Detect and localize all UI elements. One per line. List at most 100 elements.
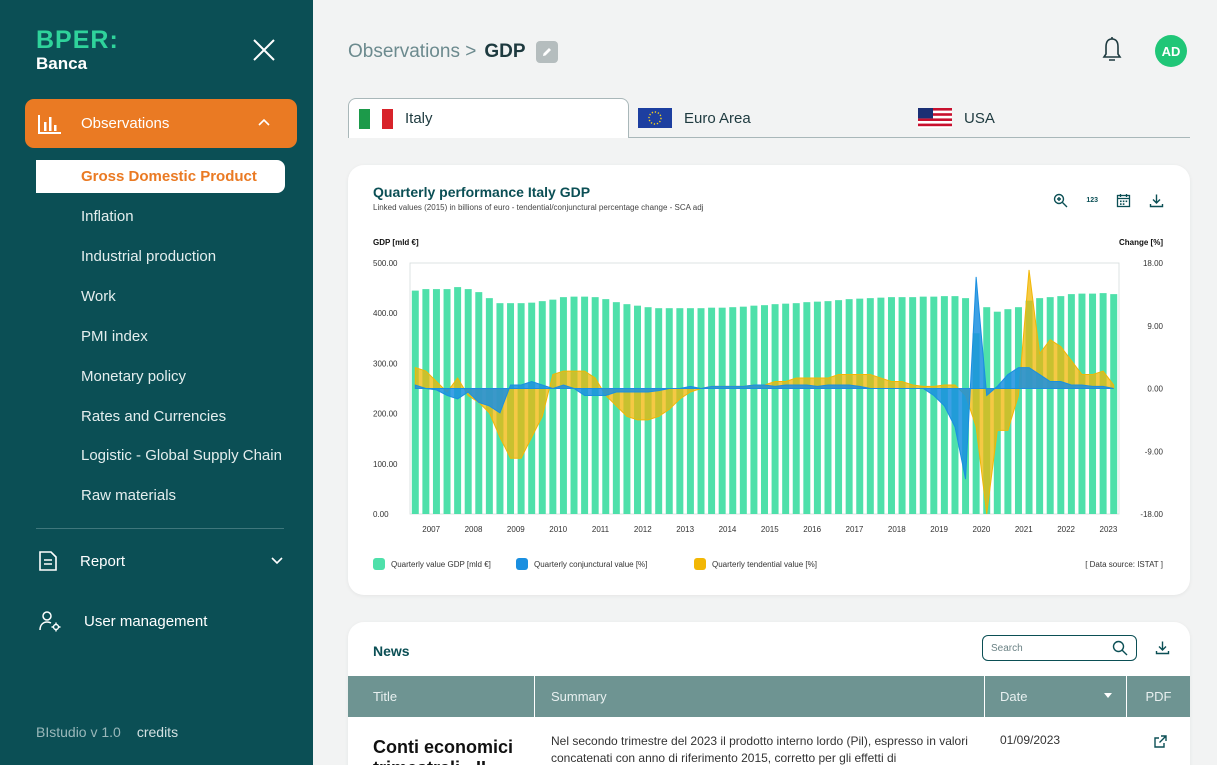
x-tick-label: 2009 bbox=[507, 525, 525, 534]
gdp-bar bbox=[1067, 294, 1075, 514]
sidebar-item-monetary-policy[interactable]: Monetary policy bbox=[81, 368, 186, 385]
gdp-bar bbox=[581, 296, 589, 514]
news-card: News Search Title Summary Date PDF Conti… bbox=[348, 622, 1190, 765]
gdp-bar bbox=[792, 303, 800, 514]
chevron-up-icon[interactable] bbox=[257, 117, 271, 127]
italy-flag-icon bbox=[359, 108, 393, 129]
breadcrumb: Observations > GDP bbox=[348, 41, 558, 63]
credits-link[interactable]: credits bbox=[137, 724, 178, 740]
tab-euro-area[interactable]: Euro Area bbox=[638, 98, 751, 138]
y-tick-label: 0.00 bbox=[373, 510, 389, 519]
usa-flag-icon bbox=[918, 108, 952, 128]
sidebar-item-raw-materials[interactable]: Raw materials bbox=[81, 487, 176, 504]
data-source-label: [ Data source: ISTAT ] bbox=[1085, 560, 1163, 569]
sidebar-item-logistic[interactable]: Logistic - Global Supply Chain bbox=[81, 447, 282, 464]
sort-down-icon[interactable] bbox=[1104, 693, 1112, 699]
document-icon bbox=[39, 551, 57, 571]
gdp-bar bbox=[411, 290, 419, 514]
news-row-date: 01/09/2023 bbox=[1000, 733, 1061, 747]
logo-line1: BPER: bbox=[36, 26, 119, 54]
news-title: News bbox=[373, 643, 410, 659]
y-tick-label: 200.00 bbox=[373, 410, 398, 419]
chevron-down-icon[interactable] bbox=[270, 556, 284, 566]
sidebar-item-pmi-index[interactable]: PMI index bbox=[81, 328, 148, 345]
nav-report[interactable]: Report bbox=[38, 550, 288, 572]
sidebar-item-industrial-production[interactable]: Industrial production bbox=[81, 248, 216, 265]
col-summary[interactable]: Summary bbox=[535, 676, 985, 717]
x-tick-label: 2011 bbox=[592, 525, 610, 534]
nav-user-management[interactable]: User management bbox=[38, 610, 288, 632]
breadcrumb-root[interactable]: Observations > bbox=[348, 41, 476, 63]
news-table-header: Title Summary Date PDF bbox=[348, 676, 1190, 717]
y-tick-label: 300.00 bbox=[373, 359, 398, 368]
gdp-bar bbox=[570, 296, 578, 514]
gdp-bar bbox=[676, 308, 684, 514]
x-tick-label: 2022 bbox=[1057, 525, 1075, 534]
nav-observations-label: Observations bbox=[81, 115, 170, 132]
gdp-bar bbox=[697, 308, 705, 514]
x-tick-label: 2013 bbox=[676, 525, 694, 534]
legend-conjunctural-swatch bbox=[516, 558, 528, 570]
x-tick-label: 2020 bbox=[973, 525, 991, 534]
x-tick-label: 2007 bbox=[422, 525, 440, 534]
x-tick-label: 2018 bbox=[888, 525, 906, 534]
sidebar-item-inflation[interactable]: Inflation bbox=[81, 208, 134, 225]
news-row-title[interactable]: Conti economici trimestrali - II bbox=[373, 737, 523, 765]
edit-button[interactable] bbox=[535, 41, 558, 63]
gdp-bar bbox=[739, 306, 747, 514]
nav-observations[interactable]: Observations bbox=[25, 99, 297, 148]
nav-report-label: Report bbox=[80, 552, 126, 570]
gdp-bar bbox=[813, 301, 821, 514]
gdp-bar bbox=[909, 297, 917, 514]
legend-gdp-swatch bbox=[373, 558, 385, 570]
gdp-bar bbox=[422, 289, 430, 514]
gdp-bar bbox=[898, 297, 906, 514]
gdp-bar bbox=[771, 304, 779, 514]
gdp-bar bbox=[877, 297, 885, 514]
y2-tick-label: 18.00 bbox=[1143, 259, 1164, 268]
sidebar-item-rates-currencies[interactable]: Rates and Currencies bbox=[81, 408, 226, 425]
gdp-bar bbox=[845, 299, 853, 514]
gdp-bar bbox=[602, 299, 610, 514]
legend-tendential-swatch bbox=[694, 558, 706, 570]
news-download-icon[interactable] bbox=[1155, 640, 1170, 655]
tab-italy[interactable]: Italy bbox=[348, 98, 629, 138]
col-title[interactable]: Title bbox=[348, 676, 535, 717]
gdp-bar bbox=[549, 299, 557, 514]
gdp-bar bbox=[559, 297, 567, 514]
col-date[interactable]: Date bbox=[985, 676, 1127, 717]
gdp-bar bbox=[803, 302, 811, 514]
bell-icon[interactable] bbox=[1101, 36, 1123, 64]
y2-tick-label: 0.00 bbox=[1147, 385, 1163, 394]
x-tick-label: 2010 bbox=[549, 525, 567, 534]
tab-usa-label: USA bbox=[964, 109, 995, 127]
news-search-input[interactable]: Search bbox=[982, 635, 1137, 661]
sidebar-item-gdp-label: Gross Domestic Product bbox=[81, 168, 257, 185]
tab-euro-area-label: Euro Area bbox=[684, 109, 751, 127]
x-tick-label: 2017 bbox=[846, 525, 864, 534]
sidebar-item-gdp[interactable]: Gross Domestic Product bbox=[36, 160, 285, 193]
gdp-bar bbox=[835, 300, 843, 514]
gdp-bar bbox=[782, 303, 790, 514]
external-link-icon[interactable] bbox=[1153, 734, 1168, 749]
tab-usa[interactable]: USA bbox=[918, 98, 995, 138]
sidebar: BPER: Banca Observations Gross Domestic … bbox=[0, 0, 313, 765]
search-icon[interactable] bbox=[1112, 640, 1128, 656]
y2-tick-label: 9.00 bbox=[1147, 322, 1163, 331]
logo-line2: Banca bbox=[36, 54, 88, 73]
search-placeholder: Search bbox=[991, 642, 1023, 654]
x-tick-label: 2023 bbox=[1100, 525, 1118, 534]
gdp-bar bbox=[1057, 296, 1065, 514]
gdp-bar bbox=[761, 305, 768, 514]
close-icon[interactable] bbox=[250, 36, 278, 64]
x-tick-label: 2015 bbox=[761, 525, 779, 534]
gdp-bar bbox=[1014, 307, 1022, 514]
gdp-bar bbox=[432, 289, 440, 514]
gdp-bar bbox=[930, 296, 938, 514]
sidebar-item-work[interactable]: Work bbox=[81, 288, 116, 305]
avatar[interactable]: AD bbox=[1155, 35, 1187, 67]
gdp-bar bbox=[708, 307, 716, 514]
gdp-bar bbox=[591, 297, 599, 514]
eu-flag-icon bbox=[638, 108, 672, 128]
news-row-summary: Nel secondo trimestre del 2023 il prodot… bbox=[551, 734, 968, 765]
